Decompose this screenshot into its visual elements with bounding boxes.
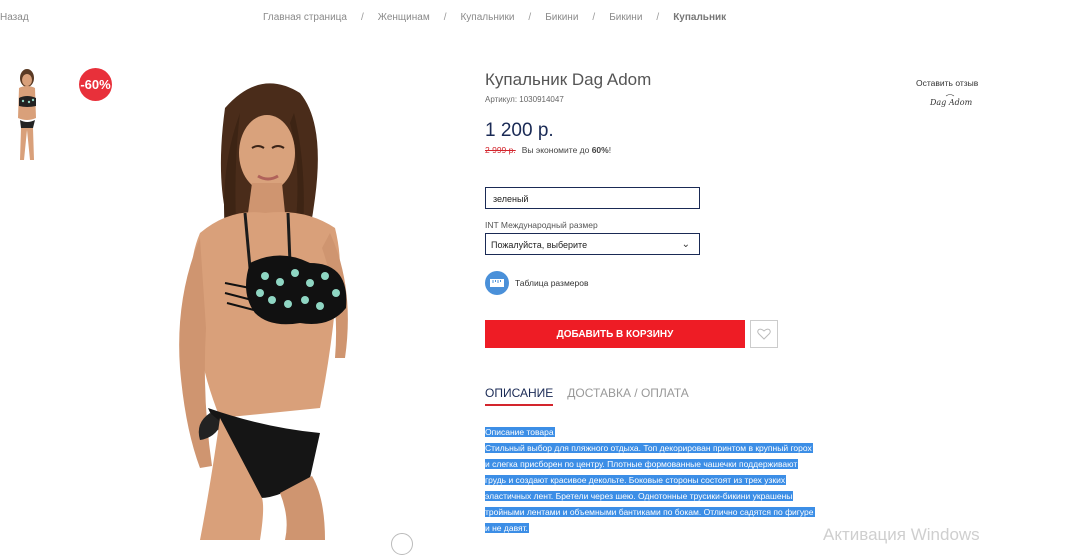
zoom-icon[interactable] (391, 533, 413, 555)
breadcrumb-separator: / (360, 12, 364, 23)
breadcrumb-separator: / (656, 12, 660, 23)
savings-percent: 60% (591, 145, 609, 155)
ruler-icon (485, 271, 509, 295)
heart-icon (757, 328, 771, 340)
savings-info: 2 999 р. Вы экономите до 60%! (485, 145, 611, 155)
old-price: 2 999 р. (485, 145, 516, 155)
size-label: INT Международный размер (485, 220, 598, 230)
product-thumbnail[interactable] (9, 68, 45, 164)
color-field[interactable]: зеленый (485, 187, 700, 209)
savings-suffix: ! (608, 145, 612, 155)
chevron-down-icon: ⌄ (681, 239, 690, 250)
breadcrumb-separator: / (443, 12, 447, 23)
description-line: эластичных лент. Бретели через шею. Одно… (485, 491, 794, 501)
back-link[interactable]: Назад (0, 12, 29, 23)
leave-review-link[interactable]: Оставить отзыв (916, 78, 978, 88)
tab-delivery-payment[interactable]: ДОСТАВКА / ОПЛАТА (567, 386, 689, 406)
description-heading: Описание товара (485, 427, 555, 437)
product-title: Купальник Dag Adom (485, 70, 652, 89)
description-line: и не давят. (485, 523, 529, 533)
breadcrumb-bikini-sub[interactable]: Бикини (609, 12, 642, 23)
size-select-value: Пожалуйста, выберите (491, 240, 588, 250)
discount-badge: -60% (79, 68, 112, 101)
breadcrumb-separator: / (592, 12, 596, 23)
product-photo (179, 83, 348, 540)
breadcrumb: Главная страница / Женщинам / Купальники… (263, 12, 726, 23)
product-tabs: ОПИСАНИЕ ДОСТАВКА / ОПЛАТА (485, 386, 689, 406)
breadcrumb-home[interactable]: Главная страница (263, 12, 347, 23)
product-description: Описание товара Стильный выбор для пляжн… (485, 424, 855, 536)
product-price: 1 200 р. (485, 120, 554, 141)
description-line: тройными лентами и объемными бантиками п… (485, 507, 815, 517)
windows-activation-watermark: Активация Windows (823, 525, 980, 544)
size-table-label: Таблица размеров (515, 278, 589, 288)
description-line: и слегка присборен по центру. Плотные фо… (485, 459, 799, 469)
product-sku: Артикул: 1030914047 (485, 95, 564, 104)
svg-text:Dag Adom: Dag Adom (929, 98, 973, 107)
breadcrumb-current: Купальник (673, 12, 727, 23)
size-select[interactable]: Пожалуйста, выберите ⌄ (485, 233, 700, 255)
breadcrumb-women[interactable]: Женщинам (378, 12, 430, 23)
size-table-link[interactable]: Таблица размеров (485, 271, 589, 295)
add-to-cart-button[interactable]: ДОБАВИТЬ В КОРЗИНУ (485, 320, 745, 348)
wishlist-button[interactable] (750, 320, 778, 348)
breadcrumb-swimsuits[interactable]: Купальники (460, 12, 514, 23)
description-line: грудь и создают красивое декольте. Боков… (485, 475, 787, 485)
brand-logo: Dag Adom (929, 94, 973, 107)
tab-description[interactable]: ОПИСАНИЕ (485, 386, 554, 406)
description-line: Стильный выбор для пляжного отдыха. Топ … (485, 443, 813, 453)
savings-text: Вы экономите до (521, 145, 592, 155)
breadcrumb-bikini[interactable]: Бикини (545, 12, 578, 23)
breadcrumb-separator: / (528, 12, 532, 23)
